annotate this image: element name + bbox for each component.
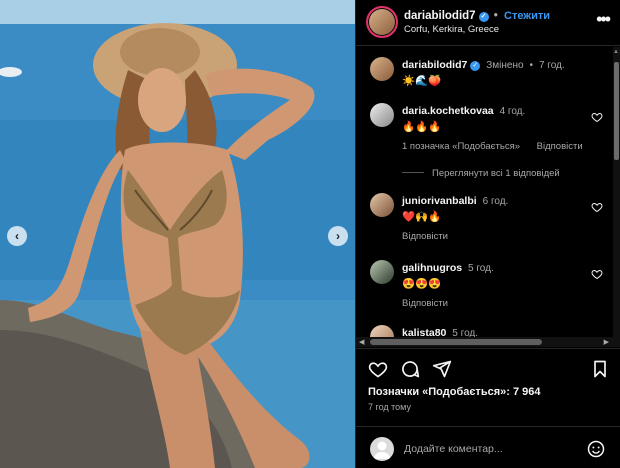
comment-bubble-icon[interactable]: [400, 359, 420, 379]
comment-avatar[interactable]: [370, 325, 394, 337]
separator-dot: •: [490, 10, 501, 22]
previous-photo-button[interactable]: ‹: [7, 226, 27, 246]
caption: dariabilodid7 ✓ Змінено • 7 год. ☀️🌊🍑: [356, 57, 611, 97]
follow-button[interactable]: Стежити: [504, 10, 550, 22]
comment-username[interactable]: kalista80: [402, 327, 446, 337]
comment-time[interactable]: 4 год.: [500, 106, 526, 117]
comment-username[interactable]: juniorivanbalbi: [402, 195, 477, 207]
comment-header: kalista80 5 год.: [402, 327, 478, 337]
view-replies-link[interactable]: Переглянути всі 1 відповідей: [402, 168, 560, 179]
comment-meta: Відповісти: [402, 298, 462, 309]
comment-meta: Відповісти: [402, 231, 462, 242]
comment-text: 😍😍😍: [402, 278, 442, 290]
horizontal-scrollbar[interactable]: ◀ ▶: [356, 337, 620, 347]
caption-time[interactable]: 7 год.: [539, 60, 565, 71]
like-heart-icon[interactable]: [368, 359, 388, 379]
comments-scrollbar-thumb[interactable]: [614, 62, 619, 160]
post-photo[interactable]: ‹ ›: [0, 0, 355, 468]
verified-badge-icon: ✓: [478, 12, 489, 22]
comment-time[interactable]: 5 год.: [468, 263, 494, 274]
comment-time[interactable]: 6 год.: [483, 196, 509, 207]
caption-username[interactable]: dariabilodid7: [402, 59, 467, 71]
comment-username[interactable]: daria.kochetkovaa: [402, 105, 494, 117]
like-comment-heart-icon[interactable]: [591, 268, 603, 280]
share-send-icon[interactable]: [432, 359, 452, 379]
author-avatar[interactable]: [366, 6, 398, 38]
scroll-right-arrow-icon[interactable]: ▶: [604, 338, 609, 346]
more-options-icon[interactable]: •••: [596, 10, 611, 28]
comment-header: juniorivanbalbi 6 год.: [402, 195, 508, 207]
post-actions-bar: [356, 348, 620, 388]
separator-dot: •: [529, 60, 534, 71]
caption-edited: Змінено: [486, 60, 524, 71]
comment-avatar[interactable]: [370, 193, 394, 217]
comment-text: 🔥🔥🔥: [402, 121, 442, 133]
author-username[interactable]: dariabilodid7: [404, 10, 476, 22]
comment-avatar[interactable]: [370, 260, 394, 284]
scroll-up-arrow-icon[interactable]: ▲: [613, 49, 619, 55]
post-location[interactable]: Corfu, Kerkira, Greece: [404, 24, 499, 35]
like-comment-heart-icon[interactable]: [591, 111, 603, 123]
add-comment-bar: [356, 426, 620, 468]
comment-text: ❤️🙌🔥: [402, 211, 442, 223]
emoji-picker-icon[interactable]: [587, 440, 605, 458]
verified-badge-icon: ✓: [470, 61, 481, 71]
comment-likes-count[interactable]: 1 позначка «Подобається»: [402, 141, 520, 152]
instagram-post-modal: ‹ › dariabilodid7 ✓ • Стежити Corfu, Kerk…: [0, 0, 620, 468]
save-bookmark-icon[interactable]: [590, 359, 610, 379]
reply-button[interactable]: Відповісти: [402, 231, 448, 242]
reply-button[interactable]: Відповісти: [537, 141, 583, 152]
like-comment-heart-icon[interactable]: [591, 201, 603, 213]
comment-item: juniorivanbalbi 6 год. ❤️🙌🔥 Відповісти: [356, 193, 611, 243]
caption-line: dariabilodid7 ✓ Змінено • 7 год.: [402, 59, 565, 71]
photo-illustration: [0, 0, 355, 468]
comment-item: galihnugros 5 год. 😍😍😍 Відповісти: [356, 260, 611, 310]
caption-text: ☀️🌊🍑: [402, 75, 442, 87]
post-header: dariabilodid7 ✓ • Стежити Corfu, Kerkira,…: [356, 0, 620, 46]
author-line: dariabilodid7 ✓ • Стежити: [404, 10, 550, 22]
comment-item: daria.kochetkovaa 4 год. 🔥🔥🔥 1 позначка …: [356, 103, 611, 173]
add-comment-input[interactable]: [404, 439, 574, 459]
comment-header: daria.kochetkovaa 4 год.: [402, 105, 525, 117]
post-side-panel: dariabilodid7 ✓ • Стежити Corfu, Kerkira,…: [355, 0, 620, 468]
comment-time[interactable]: 5 год.: [452, 328, 478, 337]
horizontal-scroll-thumb[interactable]: [370, 339, 542, 345]
default-user-icon: [373, 441, 391, 459]
next-photo-button[interactable]: ›: [328, 226, 348, 246]
likes-count[interactable]: Позначки «Подобається»: 7 964: [368, 386, 540, 398]
comment-username[interactable]: galihnugros: [402, 262, 462, 274]
caption-avatar[interactable]: [370, 57, 394, 81]
comments-list: dariabilodid7 ✓ Змінено • 7 год. ☀️🌊🍑 dar…: [356, 47, 611, 337]
current-user-avatar: [370, 437, 394, 461]
comment-meta: 1 позначка «Подобається» Відповісти: [402, 141, 597, 152]
reply-button[interactable]: Відповісти: [402, 298, 448, 309]
scroll-left-arrow-icon[interactable]: ◀: [359, 338, 364, 346]
comment-header: galihnugros 5 год.: [402, 262, 494, 274]
comment-item: kalista80 5 год.: [356, 325, 611, 337]
post-time[interactable]: 7 год тому: [368, 402, 411, 412]
comment-avatar[interactable]: [370, 103, 394, 127]
